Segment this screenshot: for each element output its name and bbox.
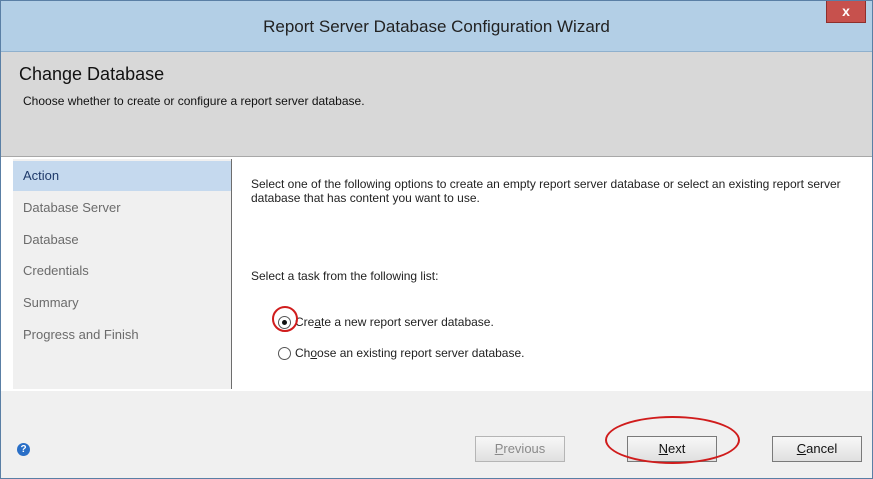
close-icon: x <box>842 3 850 19</box>
choose-existing-radio[interactable] <box>278 346 291 360</box>
help-icon[interactable]: ? <box>17 443 30 456</box>
close-button[interactable]: x <box>826 1 866 23</box>
task-list-label: Select a task from the following list: <box>251 269 439 283</box>
page-subtitle: Choose whether to create or configure a … <box>23 94 365 108</box>
page-header: Change Database Choose whether to create… <box>1 52 872 157</box>
previous-button[interactable]: Previous <box>475 436 565 462</box>
sidebar-item-credentials[interactable]: Credentials <box>13 256 231 286</box>
cancel-button[interactable]: Cancel <box>772 436 862 462</box>
wizard-window: Report Server Database Configuration Wiz… <box>0 0 873 479</box>
sidebar-item-action[interactable]: Action <box>13 161 231 191</box>
page-title: Change Database <box>19 64 165 84</box>
sidebar-item-summary[interactable]: Summary <box>13 288 231 318</box>
option-choose-existing-database[interactable]: Choose an existing report server databas… <box>278 343 524 363</box>
window-title: Report Server Database Configuration Wiz… <box>263 17 610 36</box>
option-create-new-database[interactable]: Create a new report server database. <box>278 312 494 332</box>
sidebar-item-database-server[interactable]: Database Server <box>13 193 231 223</box>
annotation-circle-radio <box>272 306 298 332</box>
annotation-ellipse-next <box>605 416 740 464</box>
sidebar-item-progress-and-finish[interactable]: Progress and Finish <box>13 320 231 350</box>
action-description: Select one of the following options to c… <box>251 177 841 205</box>
sidebar-item-database[interactable]: Database <box>13 225 231 255</box>
create-new-label: Create a new report server database. <box>295 315 494 329</box>
choose-existing-label: Choose an existing report server databas… <box>295 346 525 360</box>
title-bar[interactable]: Report Server Database Configuration Wiz… <box>1 1 872 52</box>
wizard-footer: ? Previous Next Cancel <box>1 391 872 478</box>
content-panel: Select one of the following options to c… <box>233 159 872 389</box>
step-sidebar: Action Database Server Database Credenti… <box>13 159 232 389</box>
